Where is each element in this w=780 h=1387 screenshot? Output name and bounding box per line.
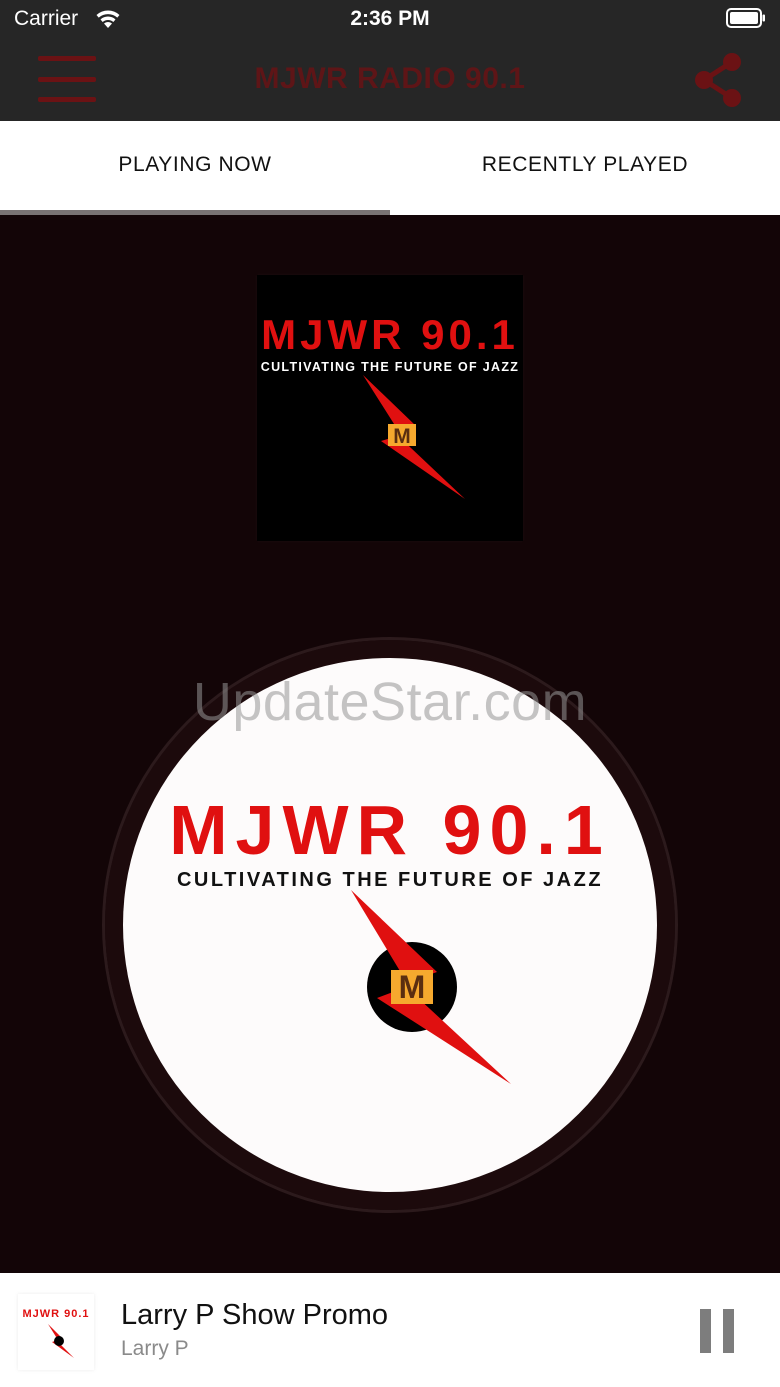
disc-station-name: MJWR 90.1 xyxy=(169,791,611,869)
artwork-logo-letter: M xyxy=(393,425,411,448)
now-playing-artist: Larry P xyxy=(121,1337,189,1360)
lightning-logo-icon: M xyxy=(363,375,465,499)
pause-icon[interactable] xyxy=(698,1309,736,1353)
app-title: MJWR RADIO 90.1 xyxy=(254,62,526,95)
now-playing-panel: MJWR 90.1 CULTIVATING THE FUTURE OF JAZZ… xyxy=(0,215,780,1273)
tab-bar: PLAYING NOW RECENTLY PLAYED xyxy=(0,121,780,215)
album-disc: MJWR 90.1 CULTIVATING THE FUTURE OF JAZZ… xyxy=(105,640,675,1210)
disc-tagline: CULTIVATING THE FUTURE OF JAZZ xyxy=(177,869,603,891)
mini-artwork-station-name: MJWR 90.1 xyxy=(22,1308,89,1320)
station-artwork: MJWR 90.1 CULTIVATING THE FUTURE OF JAZZ… xyxy=(257,275,523,541)
status-bar: Carrier 2:36 PM xyxy=(0,0,780,40)
tab-playing-now[interactable]: PLAYING NOW xyxy=(0,121,390,215)
app-screen: Carrier 2:36 PM MJWR RADIO 90.1 PLAYING … xyxy=(0,0,780,1387)
artwork-station-name: MJWR 90.1 xyxy=(261,311,519,358)
artwork-tagline: CULTIVATING THE FUTURE OF JAZZ xyxy=(261,360,519,374)
status-time: 2:36 PM xyxy=(350,7,430,30)
battery-icon xyxy=(726,8,765,28)
mini-player-artwork: MJWR 90.1 xyxy=(18,1294,94,1370)
mini-player[interactable]: MJWR 90.1 Larry P Show Promo Larry P xyxy=(0,1273,780,1387)
top-bar: Carrier 2:36 PM MJWR RADIO 90.1 xyxy=(0,0,780,121)
disc-lightning-logo-icon: M xyxy=(351,890,511,1084)
tab-recently-played[interactable]: RECENTLY PLAYED xyxy=(390,121,780,215)
share-icon[interactable] xyxy=(692,52,744,108)
disc-artwork: MJWR 90.1 CULTIVATING THE FUTURE OF JAZZ… xyxy=(123,658,657,1192)
now-playing-title: Larry P Show Promo xyxy=(121,1299,389,1331)
disc-logo-letter: M xyxy=(399,969,426,1005)
nav-bar: MJWR RADIO 90.1 xyxy=(0,40,780,121)
